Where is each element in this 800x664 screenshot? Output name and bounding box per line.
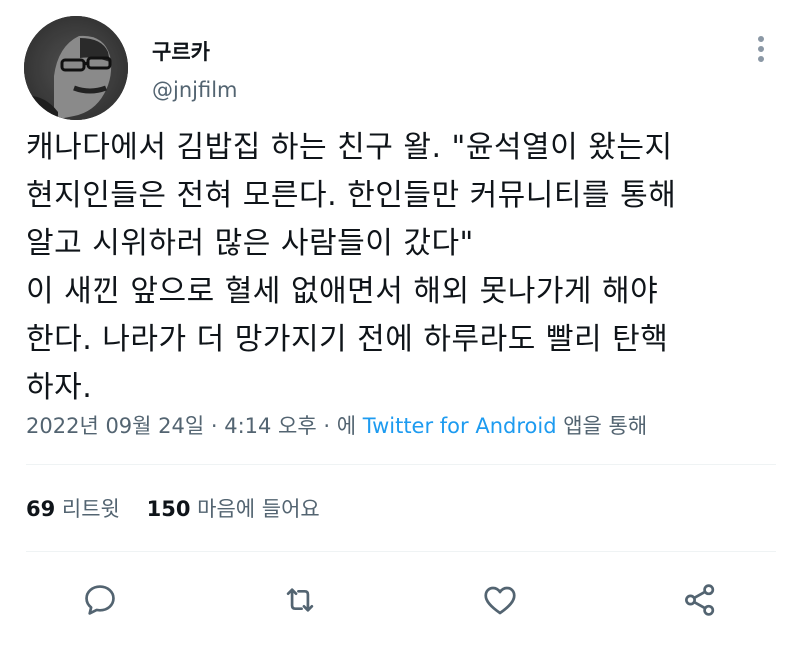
more-dot: [758, 56, 764, 62]
tweet-text-line: 하자.: [26, 370, 93, 405]
avatar[interactable]: [24, 16, 128, 120]
like-button[interactable]: [480, 580, 520, 620]
tweet-source-link[interactable]: Twitter for Android: [363, 414, 557, 438]
retweet-button[interactable]: [280, 580, 320, 620]
tweet-timestamp[interactable]: 2022년 09월 24일 · 4:14 오후 · 에: [26, 414, 363, 438]
like-count: 150: [146, 497, 191, 521]
heart-icon: [484, 586, 516, 615]
tweet-text-line: 알고 시위하러 많은 사람들이 갔다": [26, 226, 474, 261]
more-options-button[interactable]: [748, 32, 774, 66]
tweet-source-suffix: 앱을 통해: [556, 414, 648, 438]
like-label: 마음에 들어요: [197, 497, 320, 521]
tweet-metadata: 2022년 09월 24일 · 4:14 오후 · 에 Twitter for …: [26, 410, 647, 442]
tweet-text-line: 한다. 나라가 더 망가지기 전에 하루라도 빨리 탄핵: [26, 322, 669, 357]
like-stat[interactable]: 150 마음에 들어요: [147, 497, 320, 521]
comment-icon: [85, 585, 115, 615]
retweet-stat[interactable]: 69 리트윗: [26, 497, 120, 521]
tweet-detail: 구르카 @jnjfilm 캐나다에서 김밥집 하는 친구 왈. "윤석열이 왔는…: [0, 0, 800, 664]
divider: [26, 551, 776, 552]
display-name[interactable]: 구르카: [152, 38, 210, 66]
retweet-count: 69: [26, 497, 56, 521]
retweet-label: 리트윗: [61, 497, 120, 521]
divider: [26, 464, 776, 465]
share-icon: [685, 584, 715, 616]
tweet-text-line: 캐나다에서 김밥집 하는 친구 왈. "윤석열이 왔는지: [26, 130, 673, 165]
more-dot: [758, 36, 764, 42]
avatar-photo: [24, 16, 128, 120]
tweet-stats: 69 리트윗 150 마음에 들어요: [26, 492, 320, 526]
tweet-text-line: 이 새낀 앞으로 혈세 없애면서 해외 못나가게 해야: [26, 274, 659, 309]
reply-button[interactable]: [80, 580, 120, 620]
tweet-text-line: 현지인들은 전혀 모른다. 한인들만 커뮤니티를 통해: [26, 178, 677, 213]
more-dot: [758, 46, 764, 52]
tweet-text: 캐나다에서 김밥집 하는 친구 왈. "윤석열이 왔는지 현지인들은 전혀 모른…: [26, 124, 786, 412]
user-handle[interactable]: @jnjfilm: [152, 76, 238, 104]
retweet-icon: [286, 588, 314, 612]
share-button[interactable]: [680, 580, 720, 620]
